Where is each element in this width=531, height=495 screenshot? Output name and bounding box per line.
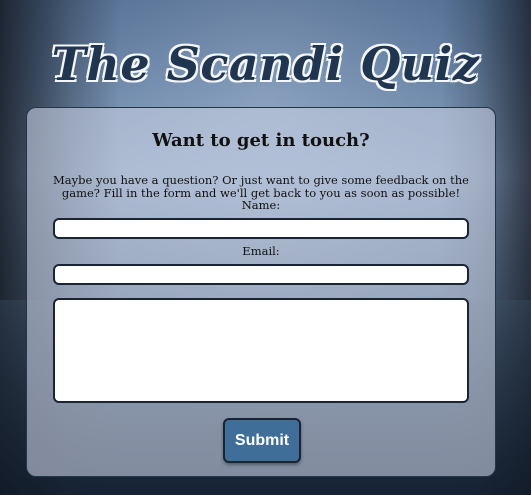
site-title: The Scandi Quiz [51,36,480,91]
contact-intro: Maybe you have a question? Or just want … [53,172,469,200]
message-textarea[interactable] [53,298,469,403]
email-label: Email: [242,244,280,258]
contact-form-card: Want to get in touch? Maybe you have a q… [26,107,496,477]
email-input[interactable] [53,264,469,285]
name-input[interactable] [53,218,469,239]
submit-button[interactable]: Submit [223,418,301,463]
name-label: Name: [241,198,281,212]
contact-heading: Want to get in touch? [152,130,370,151]
